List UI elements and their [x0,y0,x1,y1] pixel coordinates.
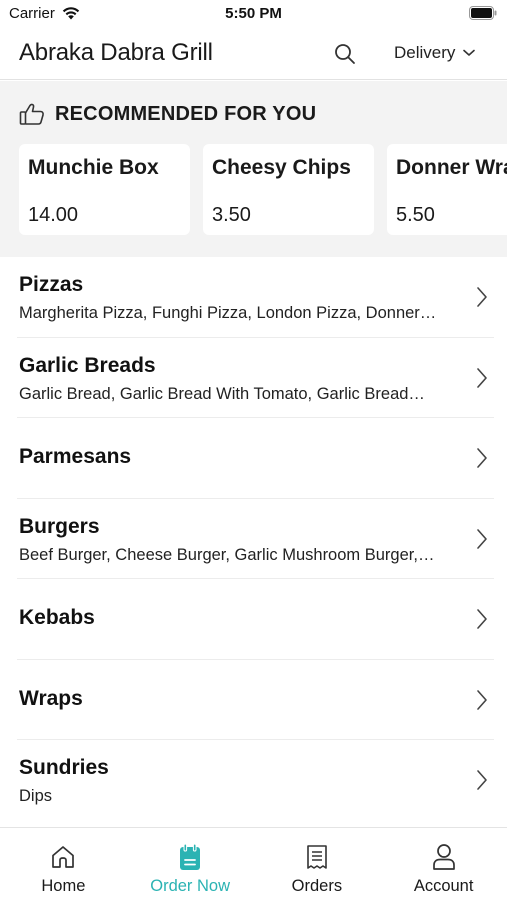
thumbs-up-icon [19,103,44,125]
restaurant-title: Abraka Dabra Grill [19,39,213,66]
recommended-section: RECOMMENDED FOR YOU Munchie Box 14.00 Ch… [0,81,507,257]
category-name: Parmesans [19,445,132,468]
category-row-wraps[interactable]: Wraps [17,660,494,740]
category-name: Pizzas [19,273,84,296]
category-name: Burgers [19,514,100,538]
menu-category-list: Pizzas Margherita Pizza, Funghi Pizza, L… [0,257,507,821]
chevron-right-icon [477,367,487,388]
receipt-icon [307,845,327,869]
search-button[interactable] [331,40,359,68]
delivery-mode-selector[interactable]: Delivery [394,43,476,63]
recommended-card[interactable]: Cheesy Chips 3.50 [203,144,374,235]
chevron-right-icon [477,448,487,468]
recommended-item-price: 3.50 [212,204,251,226]
category-items-preview: Dips [19,787,53,805]
tab-label: Orders [291,877,343,895]
tab-order-now[interactable]: Order Now [127,828,254,900]
category-items-preview: Margherita Pizza, Funghi Pizza, London P… [19,304,437,322]
chevron-right-icon [477,770,487,790]
search-icon [335,44,355,64]
chevron-down-icon [463,49,476,56]
recommended-card[interactable]: Munchie Box 14.00 [19,144,190,235]
bottom-tab-bar: Home Order Now Orders Account [0,827,507,900]
tab-label: Order Now [150,877,231,895]
tab-home[interactable]: Home [0,828,127,900]
recommended-header: RECOMMENDED FOR YOU [19,102,316,126]
tab-orders[interactable]: Orders [254,828,381,900]
chevron-right-icon [477,689,487,710]
delivery-label: Delivery [394,43,456,62]
category-name: Wraps [19,686,83,710]
status-bar: Carrier 5:50 PM [0,0,507,28]
recommended-item-name: Donner Wrap [396,156,507,179]
tab-label: Account [413,877,474,895]
home-icon [52,846,75,868]
recommended-item-name: Cheesy Chips [212,156,351,179]
battery-icon [469,6,497,20]
category-items-preview: Garlic Bread, Garlic Bread With Tomato, … [19,384,425,403]
category-row-burgers[interactable]: Burgers Beef Burger, Cheese Burger, Garl… [17,499,494,579]
recommended-title: RECOMMENDED FOR YOU [55,102,317,125]
user-icon [432,844,455,870]
clock-time: 5:50 PM [225,5,282,22]
recommended-item-price: 14.00 [28,204,79,226]
chevron-right-icon [477,528,487,549]
recommended-item-name: Munchie Box [28,156,159,179]
category-row-sundries[interactable]: Sundries Dips [17,740,494,821]
category-row-garlic-breads[interactable]: Garlic Breads Garlic Bread, Garlic Bread… [17,338,494,418]
category-name: Garlic Breads [19,353,156,377]
category-name: Kebabs [19,606,95,629]
top-navigation-bar: Abraka Dabra Grill Delivery [0,28,507,80]
recommended-carousel[interactable]: Munchie Box 14.00 Cheesy Chips 3.50 Donn… [19,144,507,235]
category-name: Sundries [19,756,109,779]
category-row-pizzas[interactable]: Pizzas Margherita Pizza, Funghi Pizza, L… [17,257,494,338]
tab-label: Home [41,877,86,895]
recommended-card[interactable]: Donner Wrap 5.50 [387,144,507,235]
category-row-parmesans[interactable]: Parmesans [17,418,494,499]
category-row-kebabs[interactable]: Kebabs [17,579,494,660]
order-icon [180,843,201,870]
chevron-right-icon [477,287,487,307]
chevron-right-icon [477,609,487,629]
category-items-preview: Beef Burger, Cheese Burger, Garlic Mushr… [19,545,435,564]
tab-account[interactable]: Account [380,828,507,900]
recommended-item-price: 5.50 [396,204,435,226]
